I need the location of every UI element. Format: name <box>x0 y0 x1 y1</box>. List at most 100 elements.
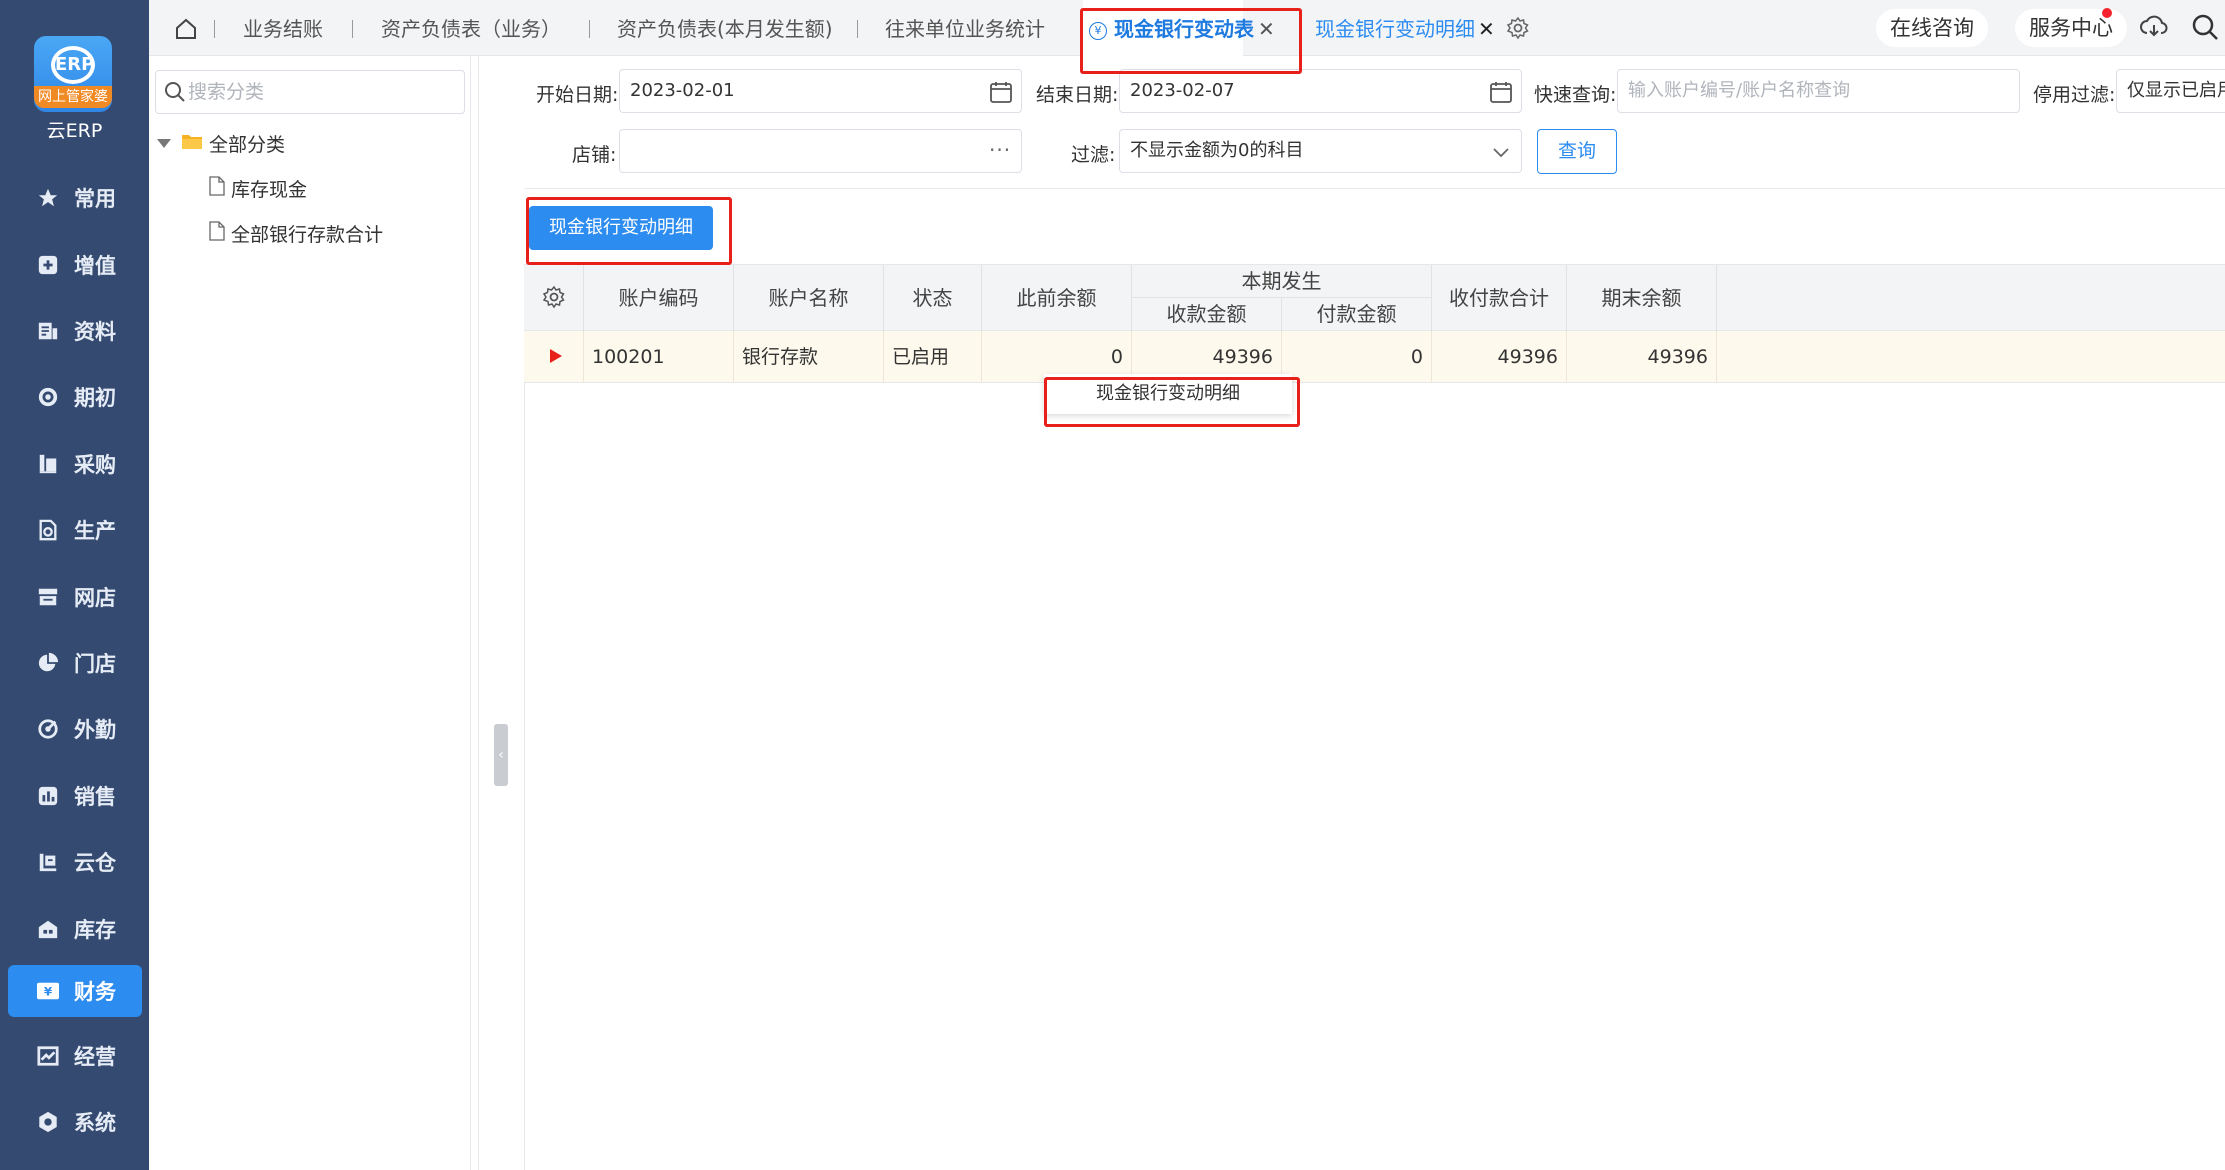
tab-label: 往来单位业务统计 <box>885 17 1045 41</box>
production-doc-icon <box>36 518 60 542</box>
cell-status: 已启用 <box>884 331 982 383</box>
nav-item-data[interactable]: 资料 <box>8 305 142 357</box>
store-label: 店铺: <box>572 144 617 166</box>
nav-item-system[interactable]: 系统 <box>8 1096 142 1148</box>
nav-item-sales[interactable]: 销售 <box>8 770 142 822</box>
tree-node-label: 全部银行存款合计 <box>231 224 384 246</box>
tree-node-bank-total[interactable]: 全部银行存款合计 <box>209 220 383 247</box>
tab-divider <box>352 20 353 38</box>
caret-down-icon[interactable] <box>157 139 171 148</box>
tree-root-all[interactable]: 全部分类 <box>157 130 285 157</box>
nav-item-finance[interactable]: ¥ 财务 <box>8 965 142 1017</box>
column-header-label: 账户名称 <box>768 286 849 310</box>
row-indicator-cell <box>524 331 584 383</box>
nav-item-online-store[interactable]: 网店 <box>8 571 142 623</box>
column-header-label: 此前余额 <box>1016 286 1097 310</box>
filter-label: 过滤: <box>1071 144 1116 166</box>
nav-item-cloud-warehouse[interactable]: 云仓 <box>8 836 142 888</box>
tab-bar: 业务结账 资产负债表（业务） 资产负债表(本月发生额) 往来单位业务统计 ¥ 现… <box>149 0 2225 56</box>
column-header-label: 账户编码 <box>618 286 699 310</box>
yuan-circle-icon: ¥ <box>1089 22 1107 40</box>
target-icon <box>36 385 60 409</box>
online-consult-button[interactable]: 在线咨询 <box>1876 9 1988 47</box>
operations-icon <box>36 1044 60 1068</box>
table-border <box>524 264 525 1170</box>
filter-divider <box>524 188 2225 189</box>
start-date-field[interactable]: 2023-02-01 <box>619 69 1022 113</box>
cash-bank-detail-button[interactable]: 现金银行变动明细 <box>529 206 713 250</box>
tab-business-closing[interactable]: 业务结账 <box>243 0 323 56</box>
query-button[interactable]: 查询 <box>1537 129 1617 174</box>
nav-item-operations[interactable]: 经营 <box>8 1030 142 1082</box>
nav-item-label: 增值 <box>74 254 116 278</box>
quick-search-field[interactable]: 输入账户编号/账户名称查询 <box>1617 69 2020 113</box>
more-dots-icon[interactable]: ··· <box>989 138 1013 162</box>
nav-item-label: 资料 <box>74 320 116 344</box>
nav-item-purchase[interactable]: 采购 <box>8 438 142 490</box>
filter-value: 不显示金额为0的科目 <box>1130 140 1304 161</box>
column-header-receipt[interactable]: 收款金额 <box>1132 298 1282 331</box>
column-header-total[interactable]: 收付款合计 <box>1432 265 1567 332</box>
column-header-name[interactable]: 账户名称 <box>734 265 884 332</box>
tab-label: 资产负债表（业务） <box>381 17 561 41</box>
column-header-ending-balance[interactable]: 期末余额 <box>1567 265 1717 332</box>
end-date-field[interactable]: 2023-02-07 <box>1119 69 1522 113</box>
table-row[interactable]: 100201 银行存款 已启用 0 49396 0 49396 49396 <box>524 331 2225 383</box>
nav-item-label: 库存 <box>74 918 116 942</box>
svg-text:¥: ¥ <box>44 985 53 999</box>
column-header-payment[interactable]: 付款金额 <box>1282 298 1432 331</box>
nav-item-production[interactable]: 生产 <box>8 504 142 556</box>
start-date-value: 2023-02-01 <box>630 80 735 101</box>
file-icon <box>209 176 225 201</box>
nav-item-common[interactable]: 常用 <box>8 172 142 224</box>
nav-item-opening[interactable]: 期初 <box>8 371 142 423</box>
cloud-warehouse-icon <box>36 850 60 874</box>
nav-item-shop[interactable]: 门店 <box>8 637 142 689</box>
cloud-download-icon[interactable] <box>2140 14 2168 40</box>
nav-item-value-added[interactable]: 增值 <box>8 239 142 291</box>
home-icon[interactable] <box>174 17 198 41</box>
disabled-filter-select[interactable]: 仅显示已启用 <box>2116 69 2225 113</box>
tab-partner-statistics[interactable]: 往来单位业务统计 <box>885 0 1045 56</box>
document-list-icon <box>36 319 60 343</box>
filter-select[interactable]: 不显示金额为0的科目 <box>1119 129 1522 173</box>
bar-chart-icon <box>36 784 60 808</box>
column-header-label: 收付款合计 <box>1449 286 1549 310</box>
calendar-icon[interactable] <box>989 80 1013 104</box>
nav-item-label: 系统 <box>74 1111 116 1135</box>
column-header-prior-balance[interactable]: 此前余额 <box>982 265 1132 332</box>
column-header-code[interactable]: 账户编码 <box>584 265 734 332</box>
tab-cash-bank-detail[interactable]: 现金银行变动明细 <box>1315 0 1475 56</box>
nav-item-inventory[interactable]: 库存 <box>8 903 142 955</box>
category-search-input[interactable] <box>188 73 458 111</box>
tab-balance-sheet-business[interactable]: 资产负债表（业务） <box>381 0 561 56</box>
chevron-down-icon[interactable] <box>1489 140 1513 164</box>
tab-balance-sheet-monthly[interactable]: 资产负债表(本月发生额) <box>617 0 833 56</box>
gear-icon[interactable] <box>524 265 583 312</box>
quick-search-label: 快速查询: <box>1534 84 1617 106</box>
panel-collapse-handle[interactable]: ‹ <box>494 724 508 786</box>
tree-node-cash[interactable]: 库存现金 <box>209 175 307 202</box>
tab-close-icon[interactable]: ✕ <box>1478 0 1495 56</box>
column-header-status[interactable]: 状态 <box>884 265 982 332</box>
column-header-label: 期末余额 <box>1601 286 1682 310</box>
search-icon[interactable] <box>2190 12 2220 42</box>
nav-item-label: 门店 <box>74 652 116 676</box>
gear-icon[interactable] <box>1506 16 1530 40</box>
cell-payment: 0 <box>1282 331 1432 383</box>
column-settings-cell[interactable] <box>524 265 584 332</box>
nav-item-label: 销售 <box>74 785 116 809</box>
system-gear-icon <box>36 1110 60 1134</box>
tab-cash-bank-change[interactable]: ¥ 现金银行变动表 <box>1083 0 1254 56</box>
context-menu-item-detail[interactable]: 现金银行变动明细 <box>1044 374 1292 414</box>
tab-label: 资产负债表(本月发生额) <box>617 17 833 41</box>
search-icon <box>164 81 186 103</box>
pie-chart-icon <box>36 651 60 675</box>
store-field[interactable]: ··· <box>619 129 1022 173</box>
calendar-icon[interactable] <box>1489 80 1513 104</box>
tab-close-icon[interactable]: ✕ <box>1258 0 1275 56</box>
store-icon <box>36 585 60 609</box>
disabled-filter-label: 停用过滤: <box>2033 84 2116 106</box>
nav-item-label: 经营 <box>74 1045 116 1069</box>
nav-item-field-work[interactable]: 外勤 <box>8 703 142 755</box>
